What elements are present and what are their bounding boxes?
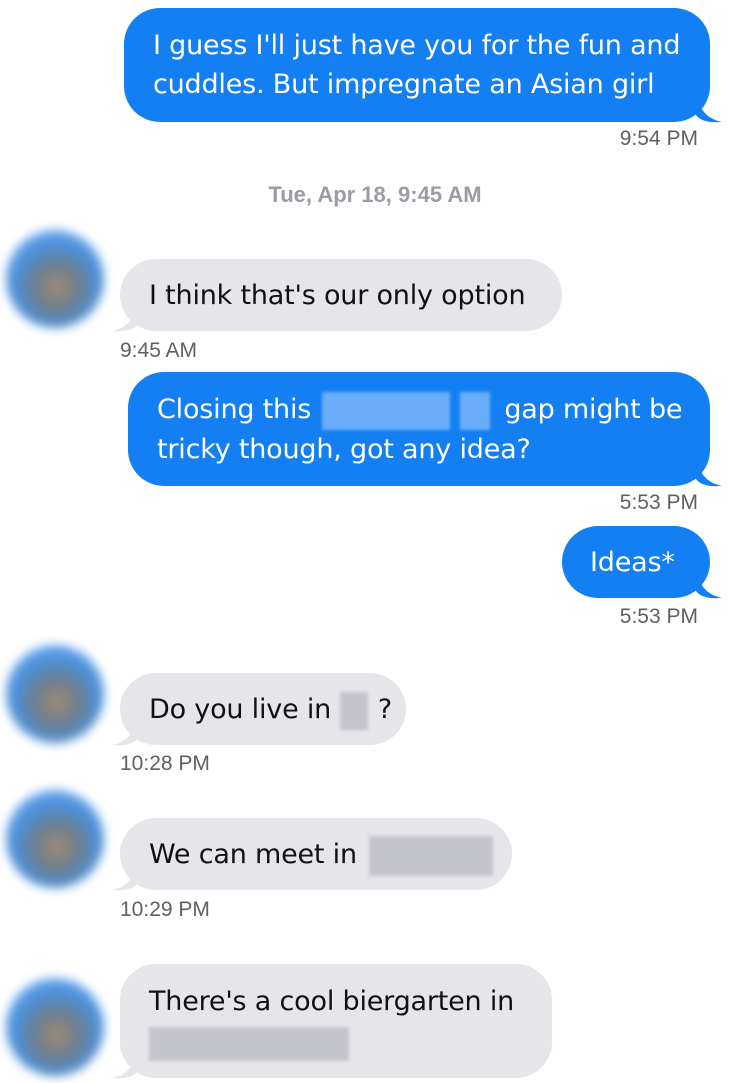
message-text: I guess I'll just have you for the fun a…	[153, 30, 681, 61]
message-timestamp: 10:28 PM	[120, 752, 210, 775]
contact-avatar[interactable]	[6, 978, 104, 1076]
bubble-tail-incoming	[112, 1051, 138, 1079]
message-text: We can meet in	[149, 839, 357, 870]
contact-avatar[interactable]	[6, 230, 104, 328]
message-bubble-incoming[interactable]: We can meet in	[120, 818, 512, 890]
message-bubble-incoming[interactable]: Do you live in ?	[120, 673, 406, 745]
redaction-block	[340, 691, 369, 730]
bubble-tail-incoming	[112, 718, 138, 746]
contact-avatar[interactable]	[6, 645, 104, 743]
bubble-tail-incoming	[112, 863, 138, 891]
message-text: Ideas*	[590, 547, 675, 578]
message-bubble-outgoing[interactable]: Ideas*	[562, 526, 710, 598]
message-text: cuddles. But impregnate an Asian girl	[153, 69, 655, 100]
redaction-block	[369, 835, 494, 876]
bubble-tail-outgoing	[696, 95, 722, 123]
message-text: ?	[377, 694, 392, 725]
message-bubble-outgoing[interactable]: I guess I'll just have you for the fun a…	[124, 8, 710, 122]
message-timestamp: 9:54 PM	[619, 127, 698, 150]
message-bubble-outgoing[interactable]: Closing this gap might be tricky though,…	[128, 372, 710, 486]
bubble-tail-outgoing	[696, 571, 722, 599]
message-bubble-incoming[interactable]: There's a cool biergarten in	[120, 964, 552, 1078]
message-text: tricky though, got any idea?	[157, 433, 531, 465]
bubble-tail-incoming	[112, 304, 138, 332]
redaction-block	[321, 391, 450, 430]
redaction-block	[149, 1026, 349, 1061]
message-timestamp: 5:53 PM	[619, 491, 698, 514]
message-text: There's a cool biergarten in	[149, 986, 515, 1017]
date-separator: Tue, Apr 18, 9:45 AM	[268, 182, 482, 207]
contact-avatar[interactable]	[6, 790, 104, 888]
message-timestamp: 9:45 AM	[120, 339, 198, 362]
bubble-tail-outgoing	[696, 459, 722, 487]
message-text: I think that's our only option	[149, 280, 526, 311]
message-timestamp: 5:53 PM	[619, 605, 698, 628]
message-text: gap might be	[504, 394, 683, 425]
message-text: Do you live in	[149, 694, 332, 725]
message-text: Closing this	[157, 394, 312, 425]
message-timestamp: 10:29 PM	[120, 898, 210, 921]
redaction-block	[459, 391, 490, 430]
message-bubble-incoming[interactable]: I think that's our only option	[120, 259, 562, 331]
